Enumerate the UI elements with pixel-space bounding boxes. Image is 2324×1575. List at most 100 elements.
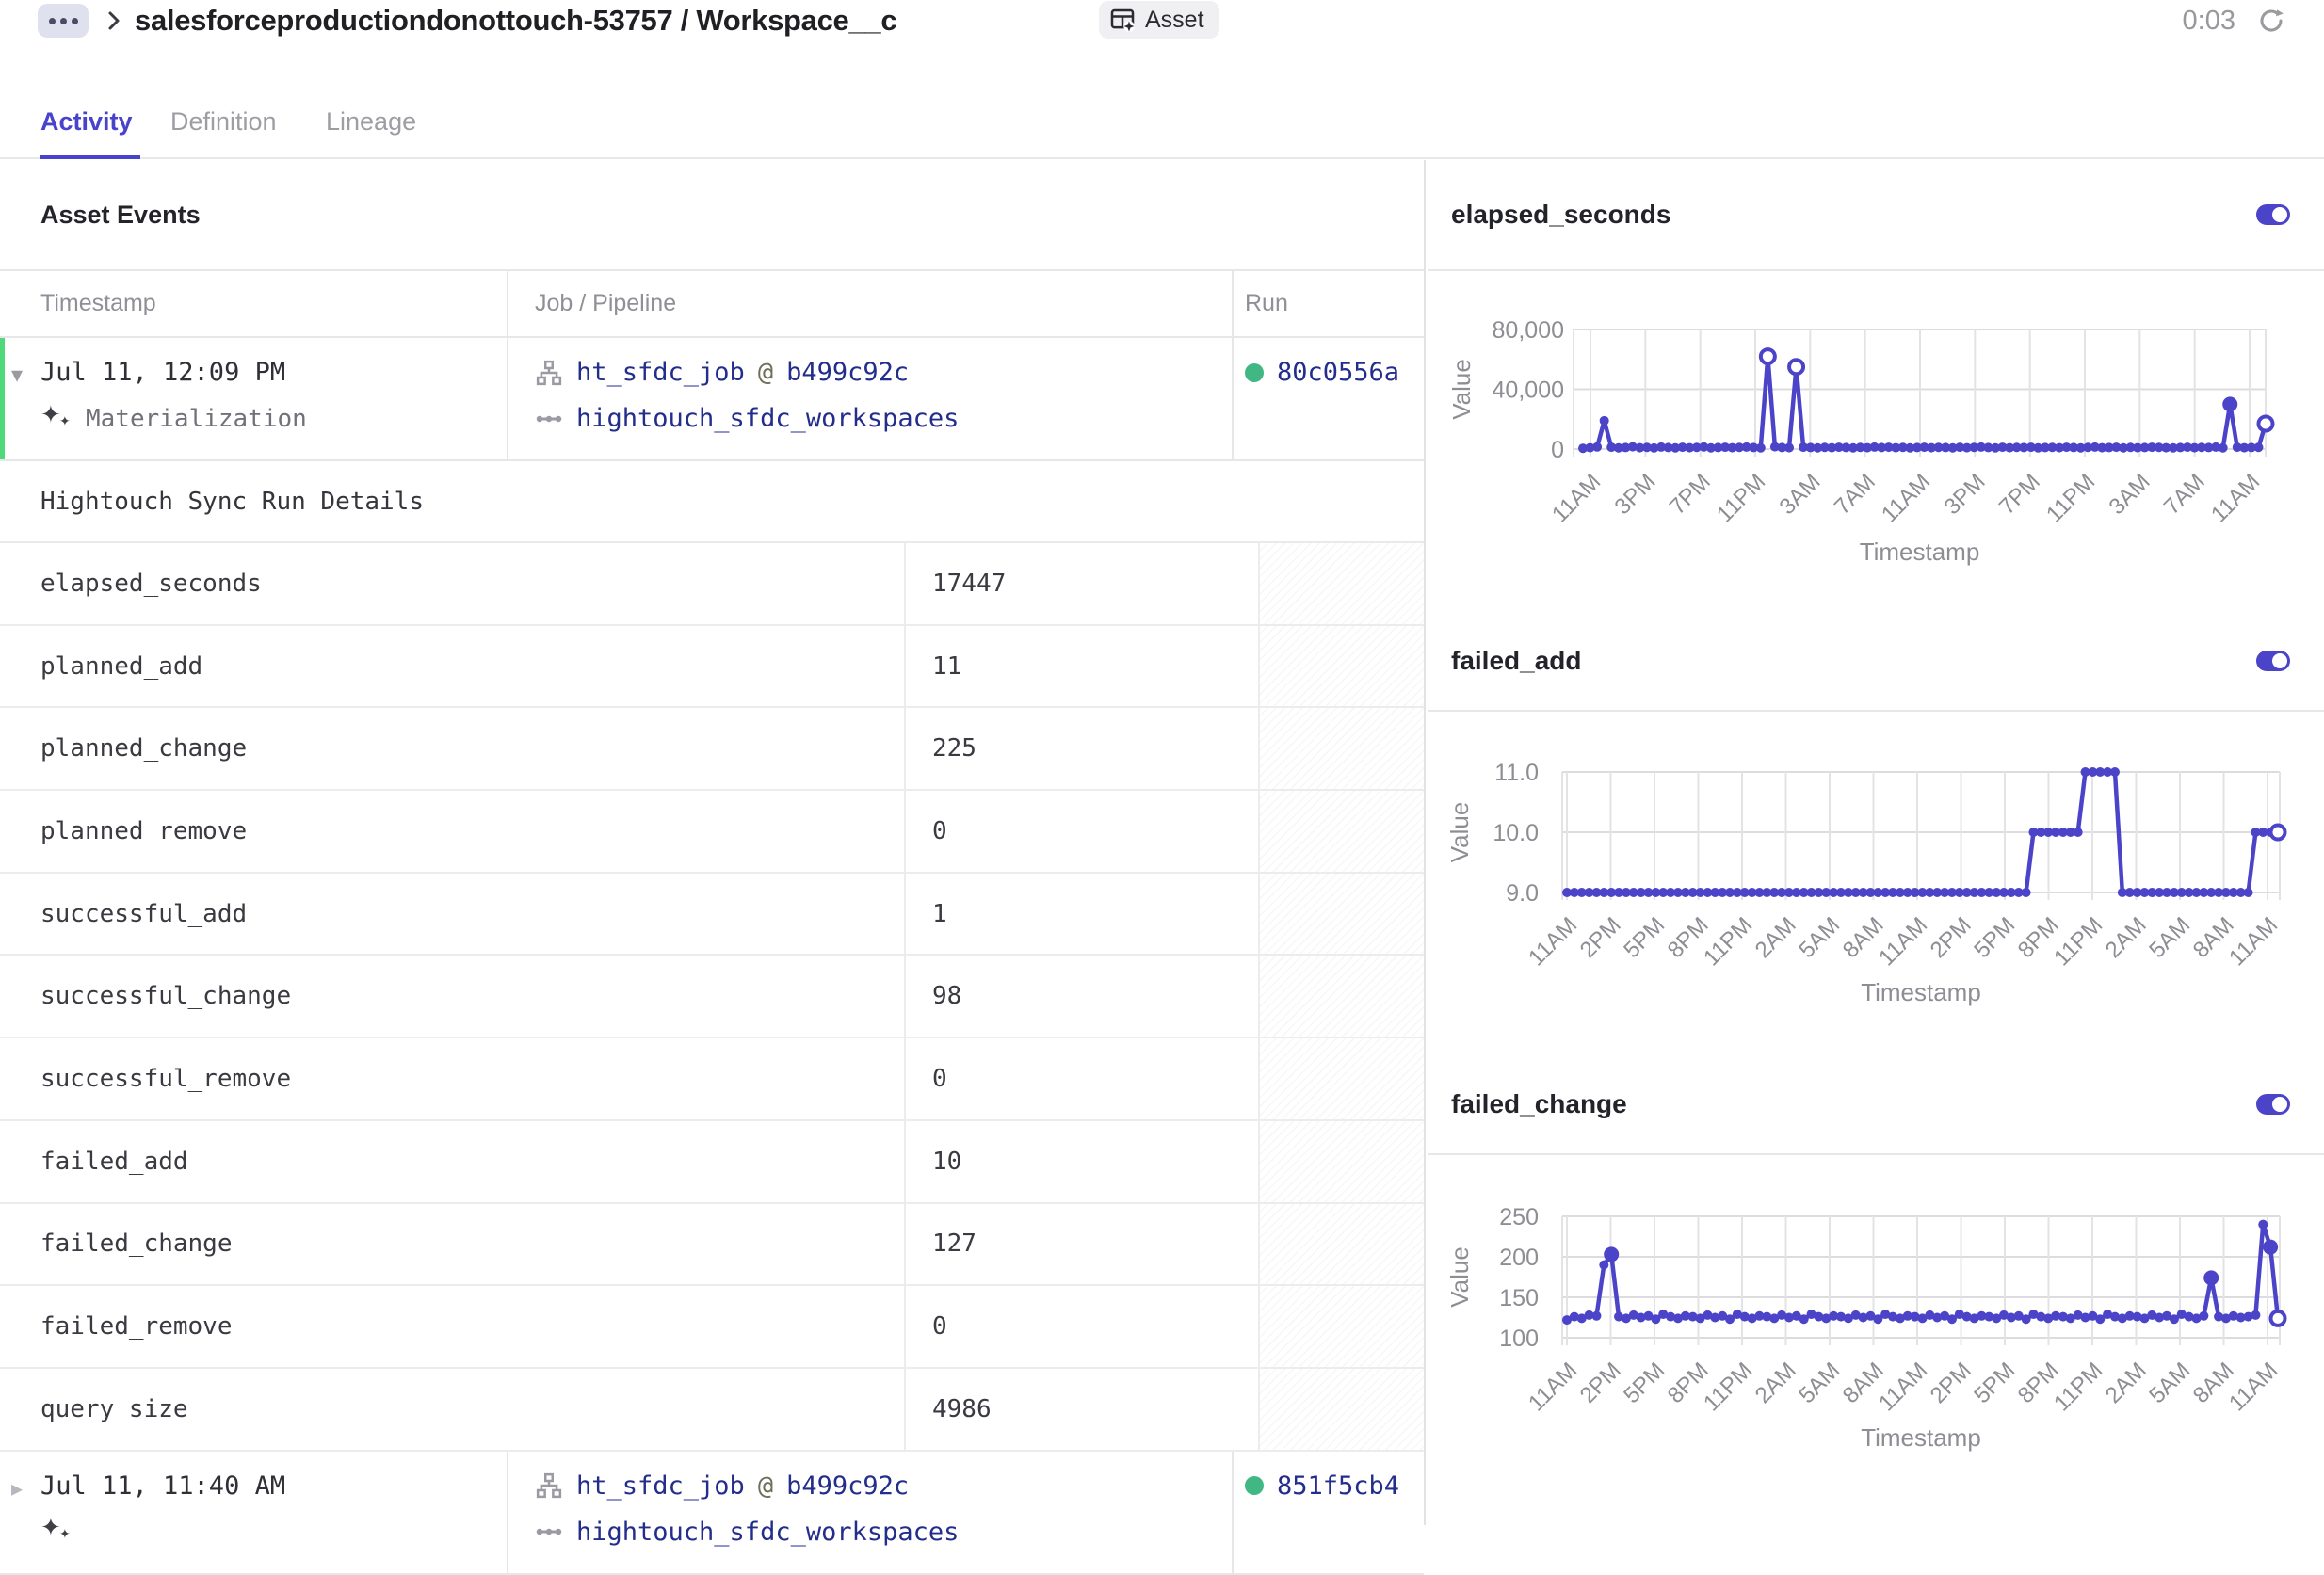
line-chart-elapsed-seconds: 040,00080,00011AM3PM7PM11PM3AM7AM11AM3PM…: [1428, 271, 2324, 607]
code-version[interactable]: b499c92c: [786, 358, 909, 387]
svg-text:0: 0: [1551, 437, 1564, 463]
svg-text:7AM: 7AM: [2159, 469, 2210, 520]
sensor-link[interactable]: hightouch_sfdc_workspaces: [535, 395, 1232, 442]
tab-lineage[interactable]: Lineage: [326, 107, 416, 137]
sensor-name[interactable]: hightouch_sfdc_workspaces: [576, 1518, 959, 1547]
detail-empty-cell: [1260, 1369, 1424, 1450]
metric-toggle[interactable]: [2256, 651, 2290, 671]
metric-toggle[interactable]: [2256, 1094, 2290, 1115]
sensor-icon: [535, 1518, 563, 1546]
svg-text:2PM: 2PM: [1926, 1358, 1977, 1408]
run-id-link[interactable]: 80c0556a: [1277, 358, 1399, 387]
svg-text:40,000: 40,000: [1493, 378, 1564, 404]
metric-toggle[interactable]: [2256, 204, 2290, 225]
event-type-label: Materialization: [86, 405, 307, 433]
sensor-icon: [535, 405, 563, 433]
page-title: salesforceproductiondonottouch-53757 / W…: [135, 4, 896, 38]
expand-caret-icon[interactable]: ▸: [11, 1475, 23, 1502]
svg-text:150: 150: [1499, 1285, 1539, 1311]
detail-empty-cell: [1260, 956, 1424, 1037]
refresh-timer: 0:03: [2183, 6, 2235, 37]
svg-text:11PM: 11PM: [2049, 1358, 2107, 1416]
svg-text:5AM: 5AM: [1794, 912, 1845, 963]
detail-row: successful_remove0: [0, 1038, 1424, 1121]
metrics-panel: elapsed_seconds 040,00080,00011AM3PM7PM1…: [1428, 160, 2324, 1525]
job-name[interactable]: ht_sfdc_job: [576, 1471, 745, 1501]
detail-key: successful_change: [0, 956, 906, 1037]
svg-text:3PM: 3PM: [1610, 469, 1661, 520]
svg-text:3AM: 3AM: [1775, 469, 1826, 520]
detail-key: successful_add: [0, 874, 906, 955]
column-header-run: Run: [1234, 271, 1422, 336]
event-timestamp: Jul 11, 11:40 AM: [40, 1463, 507, 1509]
job-link[interactable]: ht_sfdc_job @ b499c92c: [535, 1463, 1232, 1509]
event-row-collapsed[interactable]: ▸ Jul 11, 11:40 AM ✦✦ ht_sfdc_job @ b499…: [0, 1452, 1424, 1575]
detail-key: planned_remove: [0, 791, 906, 872]
detail-value: 127: [906, 1204, 1260, 1285]
materialization-icon: ✦✦: [40, 403, 73, 435]
chart-title: failed_add: [1451, 646, 1581, 676]
svg-text:Value: Value: [1447, 359, 1476, 420]
detail-key: query_size: [0, 1369, 906, 1450]
sensor-name[interactable]: hightouch_sfdc_workspaces: [576, 404, 959, 433]
topbar: salesforceproductiondonottouch-53757 / W…: [0, 0, 2324, 60]
code-version[interactable]: b499c92c: [786, 1471, 909, 1501]
collapse-caret-icon[interactable]: ▾: [11, 362, 23, 388]
detail-value: 17447: [906, 543, 1260, 624]
svg-text:Value: Value: [1445, 802, 1474, 863]
details-table: elapsed_seconds17447planned_add11planned…: [0, 543, 1424, 1452]
line-chart-failed-add: 9.010.011.011AM2PM5PM8PM11PM2AM5AM8AM11A…: [1428, 712, 2324, 1050]
run-id-link[interactable]: 851f5cb4: [1277, 1471, 1399, 1501]
tab-bar: Activity Definition Lineage: [0, 102, 2324, 159]
svg-text:11AM: 11AM: [2206, 469, 2265, 527]
refresh-icon[interactable]: [2256, 6, 2286, 36]
column-header-timestamp: Timestamp: [0, 271, 508, 336]
breadcrumb-ellipsis-button[interactable]: [38, 4, 89, 38]
tab-activity[interactable]: Activity: [40, 107, 133, 137]
detail-empty-cell: [1260, 1121, 1424, 1202]
detail-row: query_size4986: [0, 1369, 1424, 1452]
svg-text:5AM: 5AM: [2144, 912, 2195, 963]
svg-text:250: 250: [1499, 1204, 1539, 1230]
detail-row: failed_remove0: [0, 1286, 1424, 1369]
chart-section-elapsed-seconds: elapsed_seconds 040,00080,00011AM3PM7PM1…: [1428, 160, 2324, 612]
svg-text:5AM: 5AM: [1794, 1358, 1845, 1408]
chart-title: failed_change: [1451, 1089, 1627, 1119]
svg-text:11AM: 11AM: [1874, 912, 1932, 971]
job-link[interactable]: ht_sfdc_job @ b499c92c: [535, 349, 1232, 395]
svg-text:200: 200: [1499, 1245, 1539, 1271]
svg-text:11PM: 11PM: [2049, 912, 2107, 971]
asset-events-title: Asset Events: [0, 160, 1424, 271]
svg-text:3PM: 3PM: [1940, 469, 1991, 520]
svg-text:2AM: 2AM: [2101, 1358, 2152, 1408]
asset-type-badge: Asset: [1099, 1, 1219, 39]
asset-events-panel: Asset Events Timestamp Job / Pipeline Ru…: [0, 160, 1426, 1525]
detail-value: 0: [906, 1038, 1260, 1119]
run-status-dot-success: [1245, 363, 1264, 382]
svg-text:100: 100: [1499, 1326, 1539, 1352]
tab-definition[interactable]: Definition: [170, 107, 277, 137]
svg-text:11AM: 11AM: [1874, 1358, 1932, 1416]
line-chart-failed-change: 10015020025011AM2PM5PM8PM11PM2AM5AM8AM11…: [1428, 1155, 2324, 1490]
svg-text:2AM: 2AM: [2101, 912, 2152, 963]
event-row-expanded[interactable]: ▾ Jul 11, 12:09 PM ✦✦ Materialization ht…: [0, 338, 1424, 461]
sensor-link[interactable]: hightouch_sfdc_workspaces: [535, 1509, 1232, 1555]
svg-text:5PM: 5PM: [1969, 912, 2020, 963]
detail-empty-cell: [1260, 791, 1424, 872]
svg-text:Value: Value: [1445, 1246, 1474, 1308]
svg-text:Timestamp: Timestamp: [1861, 978, 1981, 1006]
svg-text:5PM: 5PM: [1619, 912, 1670, 963]
svg-text:11.0: 11.0: [1494, 760, 1539, 786]
svg-text:11AM: 11AM: [1524, 1358, 1582, 1416]
event-timestamp: Jul 11, 12:09 PM: [40, 349, 507, 395]
detail-value: 98: [906, 956, 1260, 1037]
svg-text:11AM: 11AM: [2224, 1358, 2283, 1416]
detail-key: failed_change: [0, 1204, 906, 1285]
detail-key: planned_add: [0, 626, 906, 707]
materialization-icon: ✦✦: [40, 1516, 73, 1548]
detail-empty-cell: [1260, 626, 1424, 707]
chart-section-failed-change: failed_change 10015020025011AM2PM5PM8PM1…: [1428, 1054, 2324, 1495]
job-name[interactable]: ht_sfdc_job: [576, 358, 745, 387]
svg-text:5AM: 5AM: [2144, 1358, 2195, 1408]
svg-text:10.0: 10.0: [1493, 820, 1539, 846]
